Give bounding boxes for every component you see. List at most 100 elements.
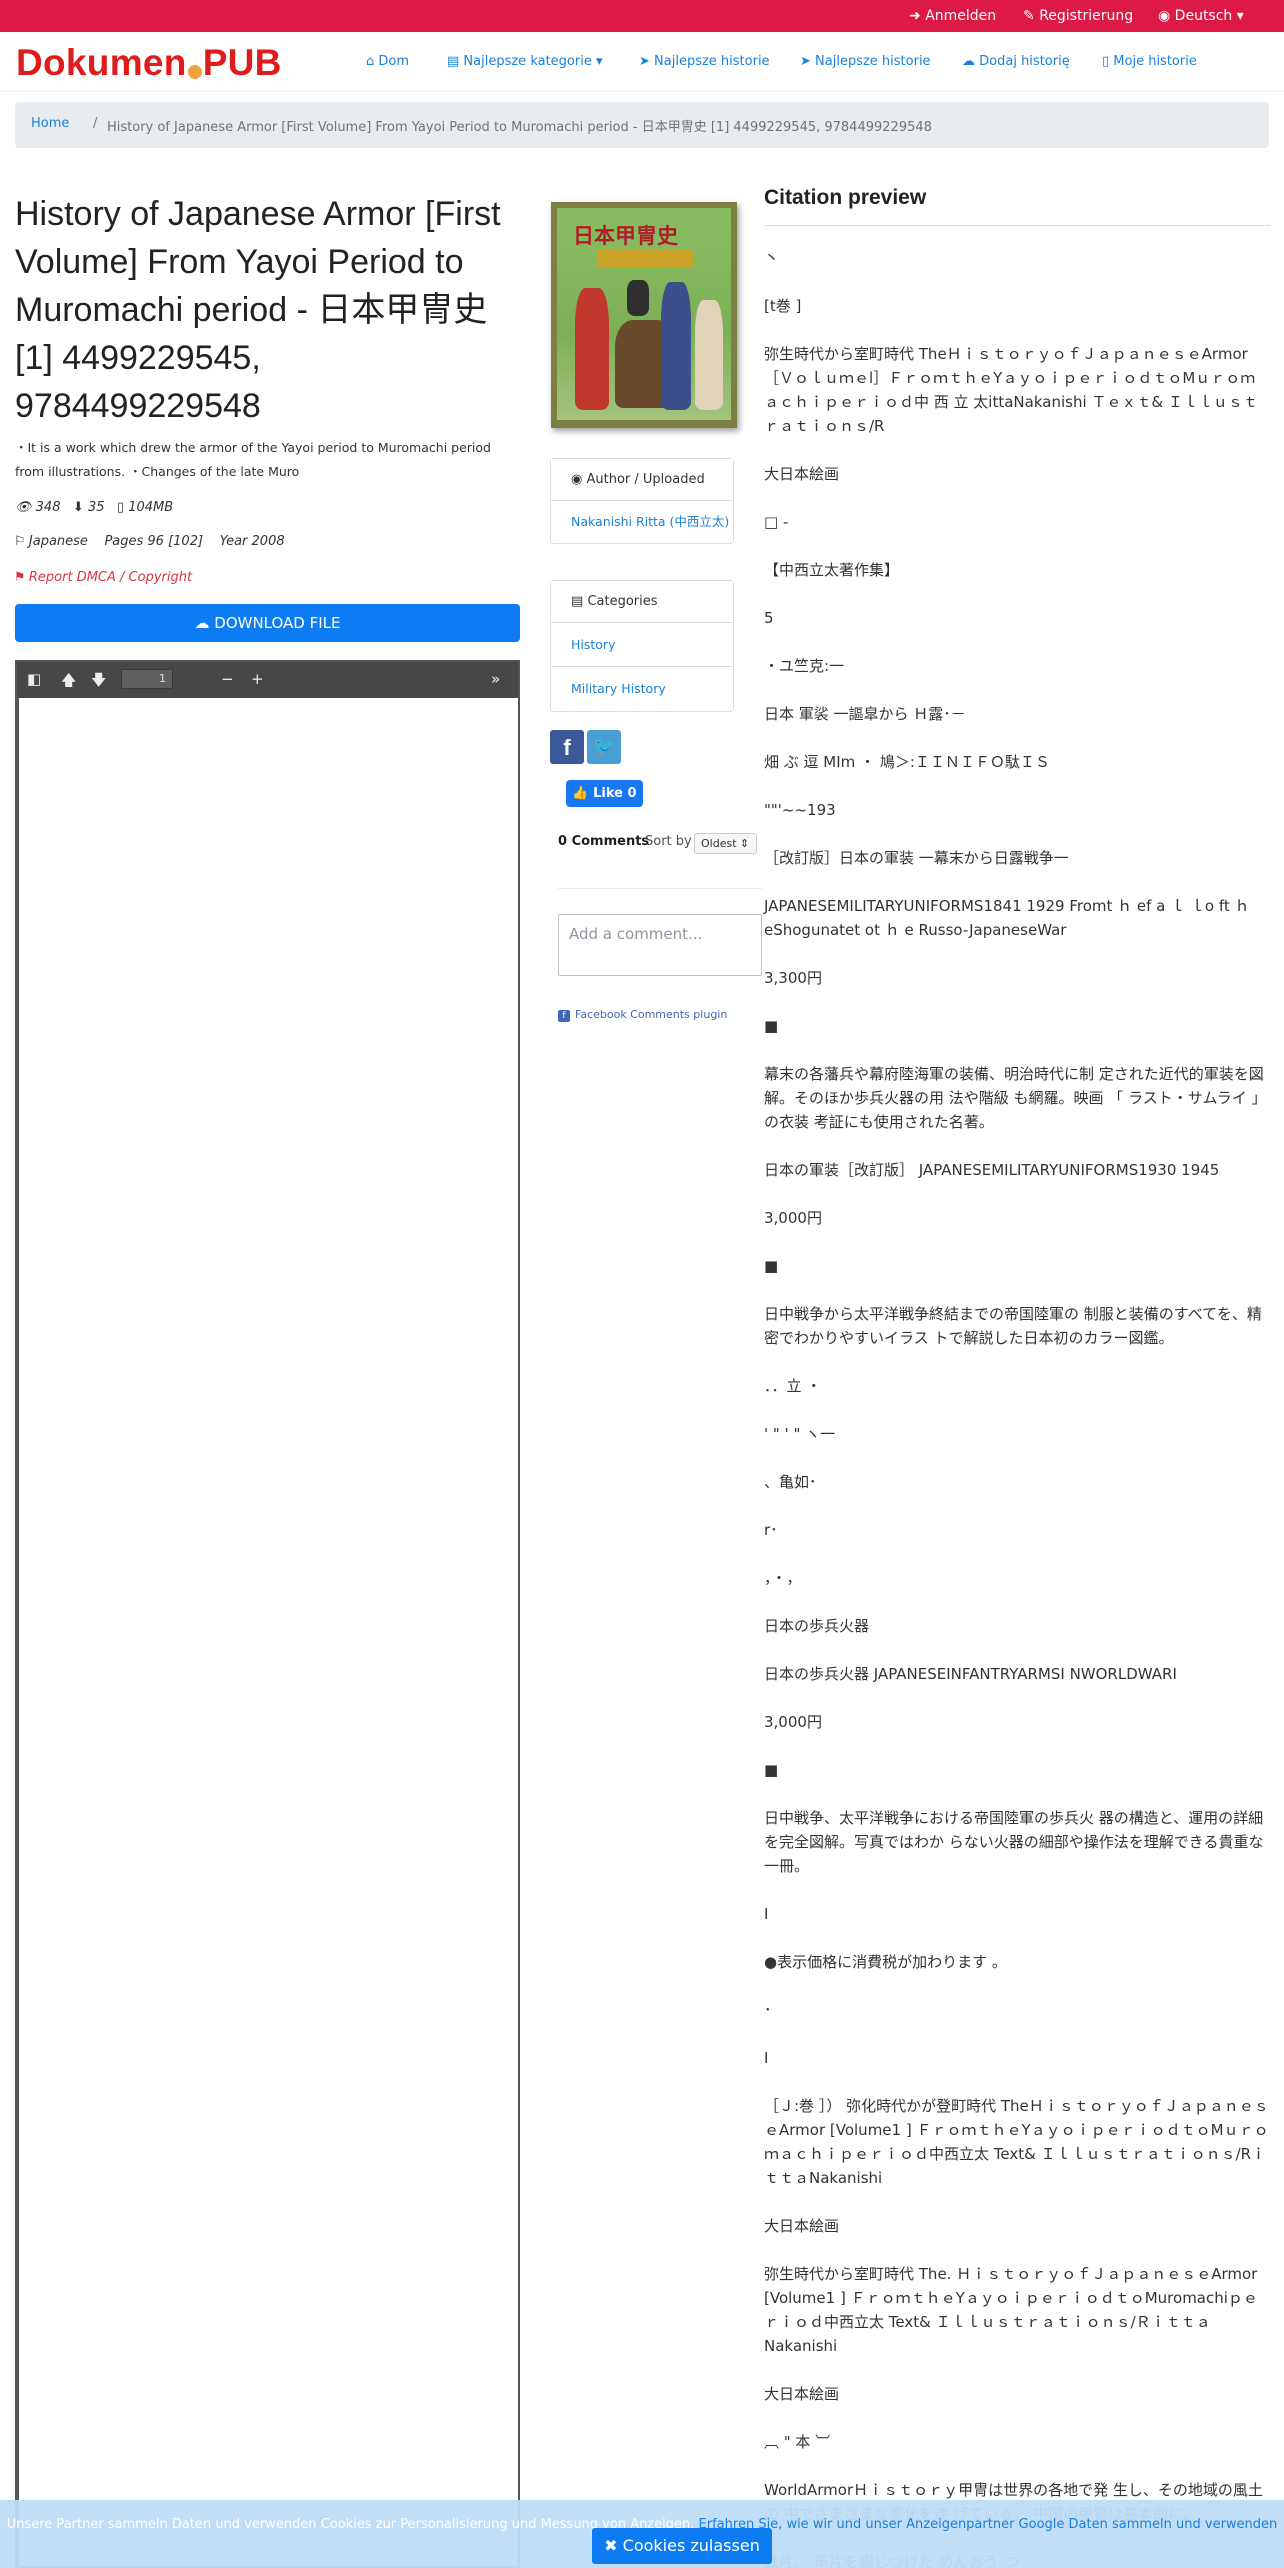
facebook-like-button[interactable]: 👍 Like 0: [566, 780, 643, 807]
citation-paragraph: 日本 軍裟 一謳皐から Ｈ露･－: [764, 705, 966, 723]
cover-artwork: 日本甲冑史: [557, 208, 731, 420]
author-header-label: Author / Uploaded: [586, 472, 705, 487]
citation-paragraph: ・ユ竺克:一: [764, 657, 845, 675]
citation-paragraph: 弥生時代から室町時代 TheＨｉｓｔｏｒｙｏｆＪａｐａｎｅｓｅArmor［Ｖｏｌ…: [764, 345, 1258, 435]
breadcrumb-current: History of Japanese Armor [First Volume]…: [107, 120, 932, 135]
login-label: Anmelden: [925, 8, 997, 24]
download-file-button[interactable]: ☁ DOWNLOAD FILE: [15, 604, 520, 642]
file-icon: ▯: [116, 500, 125, 515]
previous-page-icon[interactable]: 🡅: [61, 670, 76, 695]
citation-paragraph: ■: [764, 1017, 779, 1035]
author-card: ◉ Author / Uploaded Nakanishi Ritta (中西立…: [550, 458, 734, 544]
sort-select[interactable]: Oldest ⇕: [694, 833, 757, 854]
citation-paragraph: ，・，: [764, 1569, 802, 1587]
nav-my-stories[interactable]: ▯ Moje historie: [1102, 54, 1197, 69]
nav-stories-2-label: Najlepsze historie: [815, 54, 931, 69]
book-description: ・It is a work which drew the armor of th…: [15, 440, 491, 479]
site-logo[interactable]: Dokumen PUB: [16, 42, 282, 84]
category-military-history[interactable]: Military History: [551, 667, 733, 711]
citation-paragraph: 日中戦争、太平洋戦争における帝国陸軍の歩兵火 器の構造と、運用の詳細を完全図解。…: [764, 1809, 1264, 1875]
file-size: 104MB: [128, 500, 174, 515]
warrior-figure: [661, 282, 691, 410]
citation-paragraph: ［Ｊ:巻 ］） 弥化時代かが登町時代 TheＨｉｓｔｏｒｙｏｆＪａｐａｎｅｓｅA…: [764, 2097, 1269, 2187]
next-page-icon[interactable]: 🡇: [91, 670, 106, 695]
page-number-input[interactable]: 1: [121, 669, 173, 689]
facebook-share-button[interactable]: f: [550, 730, 584, 764]
nav-stories-2[interactable]: ➤ Najlepsze historie: [800, 54, 931, 69]
list-icon: ▤: [571, 594, 584, 609]
user-circle-icon: ◉: [571, 472, 583, 487]
book-cover: 日本甲冑史: [551, 202, 737, 428]
facebook-comments-plugin-link[interactable]: f Facebook Comments plugin: [558, 1008, 727, 1022]
main-navbar: Dokumen PUB ⌂ Dom ▤ Najlepsze kategorie ▾…: [0, 32, 1284, 92]
citation-preview-body: 丶 [t巻 ] 弥生時代から室町時代 TheＨｉｓｔｏｒｙｏｆＪａｐａｎｅｓｅArm…: [764, 246, 1270, 2568]
nav-categories-dropdown[interactable]: ▤ Najlepsze kategorie ▾: [447, 54, 603, 69]
twitter-icon: 🐦: [592, 736, 616, 757]
downloads-count: 35: [87, 500, 105, 515]
citation-paragraph: I: [764, 1905, 769, 1923]
report-label: Report DMCA / Copyright: [28, 570, 193, 585]
citation-divider: [764, 225, 1270, 226]
logo-text-2: PUB: [202, 42, 282, 83]
comment-input[interactable]: Add a comment...: [558, 914, 762, 976]
language-label: Deutsch: [1174, 8, 1233, 24]
login-link[interactable]: ➜ Anmelden: [909, 8, 996, 24]
category-history[interactable]: History: [551, 623, 733, 667]
allow-cookies-button[interactable]: ✖ Cookies zulassen: [592, 2528, 772, 2564]
book-stats: 👁 348 ⬇ 35 ▯ 104MB: [15, 500, 173, 515]
register-link[interactable]: ✎ Registrierung: [1023, 8, 1133, 24]
citation-paragraph: 大日本絵画: [764, 465, 840, 483]
citation-paragraph: 5: [764, 609, 774, 627]
categories-card: ▤ Categories History Military History: [550, 580, 734, 712]
helmet-figure: [627, 280, 649, 316]
nav-stories-1[interactable]: ➤ Najlepsze historie: [639, 54, 770, 69]
viewer-toolbar: ◧ 🡅 🡇 1 − + »: [17, 662, 518, 698]
top-bar: ➜ Anmelden ✎ Registrierung ◉ Deutsch ▾: [0, 0, 1284, 32]
citation-paragraph: 幕末の各藩兵や幕府陸海軍の装備、明治時代に制 定された近代的軍装を図解。そのほか…: [764, 1065, 1267, 1131]
book-year: Year 2008: [219, 534, 285, 549]
views-count: 348: [35, 500, 61, 515]
citation-paragraph: 【中西立太著作集】: [764, 561, 900, 579]
citation-paragraph: 3,300円: [764, 969, 822, 987]
download-label: DOWNLOAD FILE: [214, 614, 341, 632]
comments-count: 0 Comments: [558, 834, 650, 849]
citation-paragraph: 弥生時代から室町時代 The. ＨｉｓｔｏｒｙｏｆＪａｐａｎｅｓｅArmor […: [764, 2265, 1258, 2355]
sort-label: Sort by: [645, 834, 692, 849]
citation-paragraph: I: [764, 2049, 769, 2067]
categories-card-header: ▤ Categories: [551, 581, 733, 623]
language-dropdown[interactable]: ◉ Deutsch ▾: [1158, 8, 1244, 24]
viewer-canvas[interactable]: [17, 698, 518, 2568]
nav-add-story[interactable]: ☁ Dodaj historię: [962, 54, 1070, 69]
report-dmca-link[interactable]: ⚑ Report DMCA / Copyright: [15, 570, 192, 585]
citation-preview-title: Citation preview: [764, 186, 927, 209]
citation-paragraph: 3,000円: [764, 1209, 822, 1227]
citation-paragraph: ［改訂版］日本の軍装 一幕末から日露戦争一: [764, 849, 1069, 867]
citation-paragraph: 丶: [764, 249, 780, 267]
warrior-figure: [695, 300, 723, 410]
citation-paragraph: 3,000円: [764, 1713, 822, 1731]
cookie-info-link[interactable]: Erfahren Sie, wie wir und unser Anzeigen…: [699, 2517, 1278, 2532]
register-label: Registrierung: [1039, 8, 1134, 24]
citation-paragraph: ■: [764, 1257, 779, 1275]
breadcrumb-home[interactable]: Home: [31, 116, 69, 131]
zoom-out-icon[interactable]: −: [221, 670, 234, 688]
eye-icon: 👁: [15, 500, 32, 515]
sidebar-toggle-icon[interactable]: ◧: [27, 670, 41, 688]
citation-paragraph: 大日本絵画: [764, 2217, 840, 2235]
more-tools-icon[interactable]: »: [491, 670, 500, 688]
citation-paragraph: [t巻 ]: [764, 297, 802, 315]
book-title: History of Japanese Armor [First Volume]…: [15, 195, 501, 425]
citation-paragraph: 日本の歩兵火器: [764, 1617, 870, 1635]
zoom-in-icon[interactable]: +: [251, 670, 264, 688]
thumbs-up-icon: 👍: [572, 786, 589, 801]
close-icon: ✖: [604, 2536, 618, 2555]
author-link[interactable]: Nakanishi Ritta (中西立太): [551, 501, 733, 543]
twitter-share-button[interactable]: 🐦: [587, 730, 621, 764]
nav-home[interactable]: ⌂ Dom: [366, 54, 409, 69]
logo-text-1: Dokumen: [16, 42, 187, 83]
categories-header-label: Categories: [587, 594, 658, 609]
comments-divider: [558, 888, 762, 889]
citation-paragraph: ""'~~193: [764, 801, 836, 819]
plugin-label: Facebook Comments plugin: [575, 1008, 728, 1021]
nav-home-label: Dom: [378, 54, 410, 69]
